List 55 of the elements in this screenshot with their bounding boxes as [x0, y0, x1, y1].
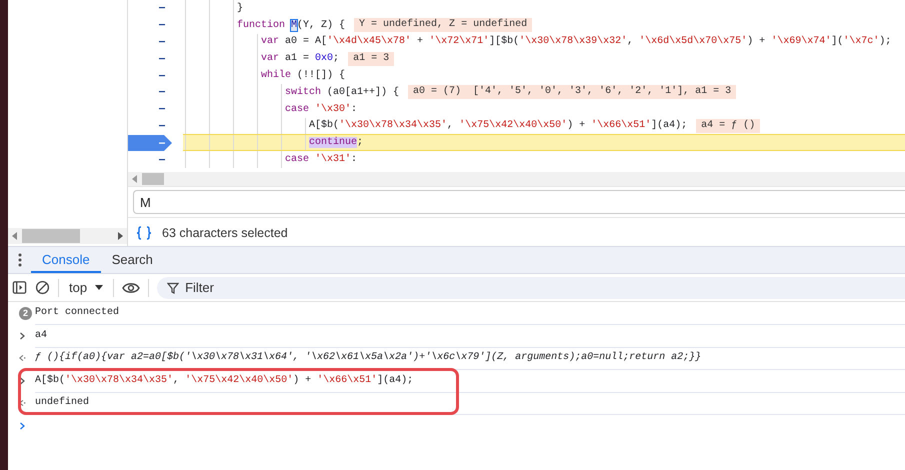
indent-guides: [183, 0, 237, 17]
inline-value: a1 = 3: [348, 52, 394, 66]
drawer-tab[interactable]: Console: [31, 247, 101, 273]
gutter-dash-icon[interactable]: [159, 158, 165, 161]
console-result: undefined: [35, 392, 905, 415]
console-command: A[$b('\x30\x78\x34\x35', '\x75\x42\x40\x50') + '\x66\x51'](a4);: [35, 369, 905, 392]
gutter-dash-icon[interactable]: [159, 74, 165, 77]
code-line: function M(Y, Z) {: [237, 20, 346, 31]
scrollbar-thumb[interactable]: [142, 173, 164, 185]
context-dropdown[interactable]: top: [67, 280, 106, 295]
horizontal-scrollbar[interactable]: [128, 172, 905, 186]
result-chevron-icon: [19, 354, 26, 362]
gutter-dash-icon[interactable]: [159, 91, 165, 94]
prompt-chevron-icon[interactable]: [19, 422, 26, 430]
gutter-dash-icon[interactable]: [159, 58, 165, 60]
code-line: while (!![]) {: [261, 70, 346, 82]
code-line: }: [237, 2, 244, 14]
input-chevron-icon: [19, 332, 26, 340]
inline-value: a4 = ƒ (): [696, 118, 760, 133]
code-line: continue;: [309, 137, 364, 148]
code-line: var a0 = A['\x4d\x45\x78' + '\x72\x71'][$b('\x30\x78\x39\x32', '\x6d\x5d\x70\x75') + '\x69\x74']('\x7c');: [261, 36, 892, 48]
inline-value: Y = undefined, Z = undefined: [354, 18, 532, 32]
scroll-right-icon[interactable]: [117, 232, 123, 240]
drawer-tab[interactable]: Search: [100, 247, 164, 273]
scroll-left-icon[interactable]: [12, 232, 18, 240]
code-line: case '\x31':: [285, 154, 358, 166]
execution-arrow-icon[interactable]: [128, 134, 172, 151]
more-options-icon[interactable]: [18, 253, 22, 267]
log-message: Port connected: [35, 302, 905, 325]
code-line: A[$b('\x30\x78\x34\x35', '\x75\x42\x40\x50') + '\x66\x51'](a4);: [309, 120, 688, 132]
selection-status: 63 characters selected: [162, 226, 288, 240]
gutter-dash-icon[interactable]: [159, 40, 165, 43]
result-chevron-icon: [19, 399, 26, 408]
console-result: ƒ (){if(a0){var a2=a0[$b('\x30\x78\x31\x64', '\x62\x61\x5a\x2a')+'\x6c\x79'](Z, arguments);a0=null;return a2;}}: [35, 346, 905, 370]
gutter-dash-icon[interactable]: [159, 108, 165, 110]
code-line: var a1 = 0x0;: [261, 53, 340, 64]
eye-icon[interactable]: [122, 282, 140, 294]
code-line: switch (a0[a1++]) {: [285, 86, 400, 98]
filter-icon: [167, 282, 180, 294]
gutter-dash-icon[interactable]: [159, 7, 165, 10]
input-chevron-icon: [19, 376, 26, 385]
clear-console-icon[interactable]: [35, 280, 50, 295]
caret-icon: [95, 285, 104, 290]
message-count-badge: 2: [19, 306, 32, 320]
horizontal-scrollbar[interactable]: [8, 228, 127, 244]
curly-braces-icon[interactable]: [136, 226, 152, 240]
gutter-dash-icon[interactable]: [159, 24, 165, 26]
search-field[interactable]: M: [133, 190, 905, 214]
console-command: a4: [35, 324, 905, 348]
code-line: case '\x30':: [285, 104, 358, 115]
scrollbar-thumb[interactable]: [22, 229, 80, 243]
inline-value: a0 = (7) ['4', '5', '0', '3', '6', '2', '1'], a1 = 3: [408, 85, 736, 100]
filter-field[interactable]: Filter: [157, 276, 905, 298]
gutter-dash-icon[interactable]: [159, 124, 165, 127]
sidebar-toggle-icon[interactable]: [12, 280, 27, 295]
